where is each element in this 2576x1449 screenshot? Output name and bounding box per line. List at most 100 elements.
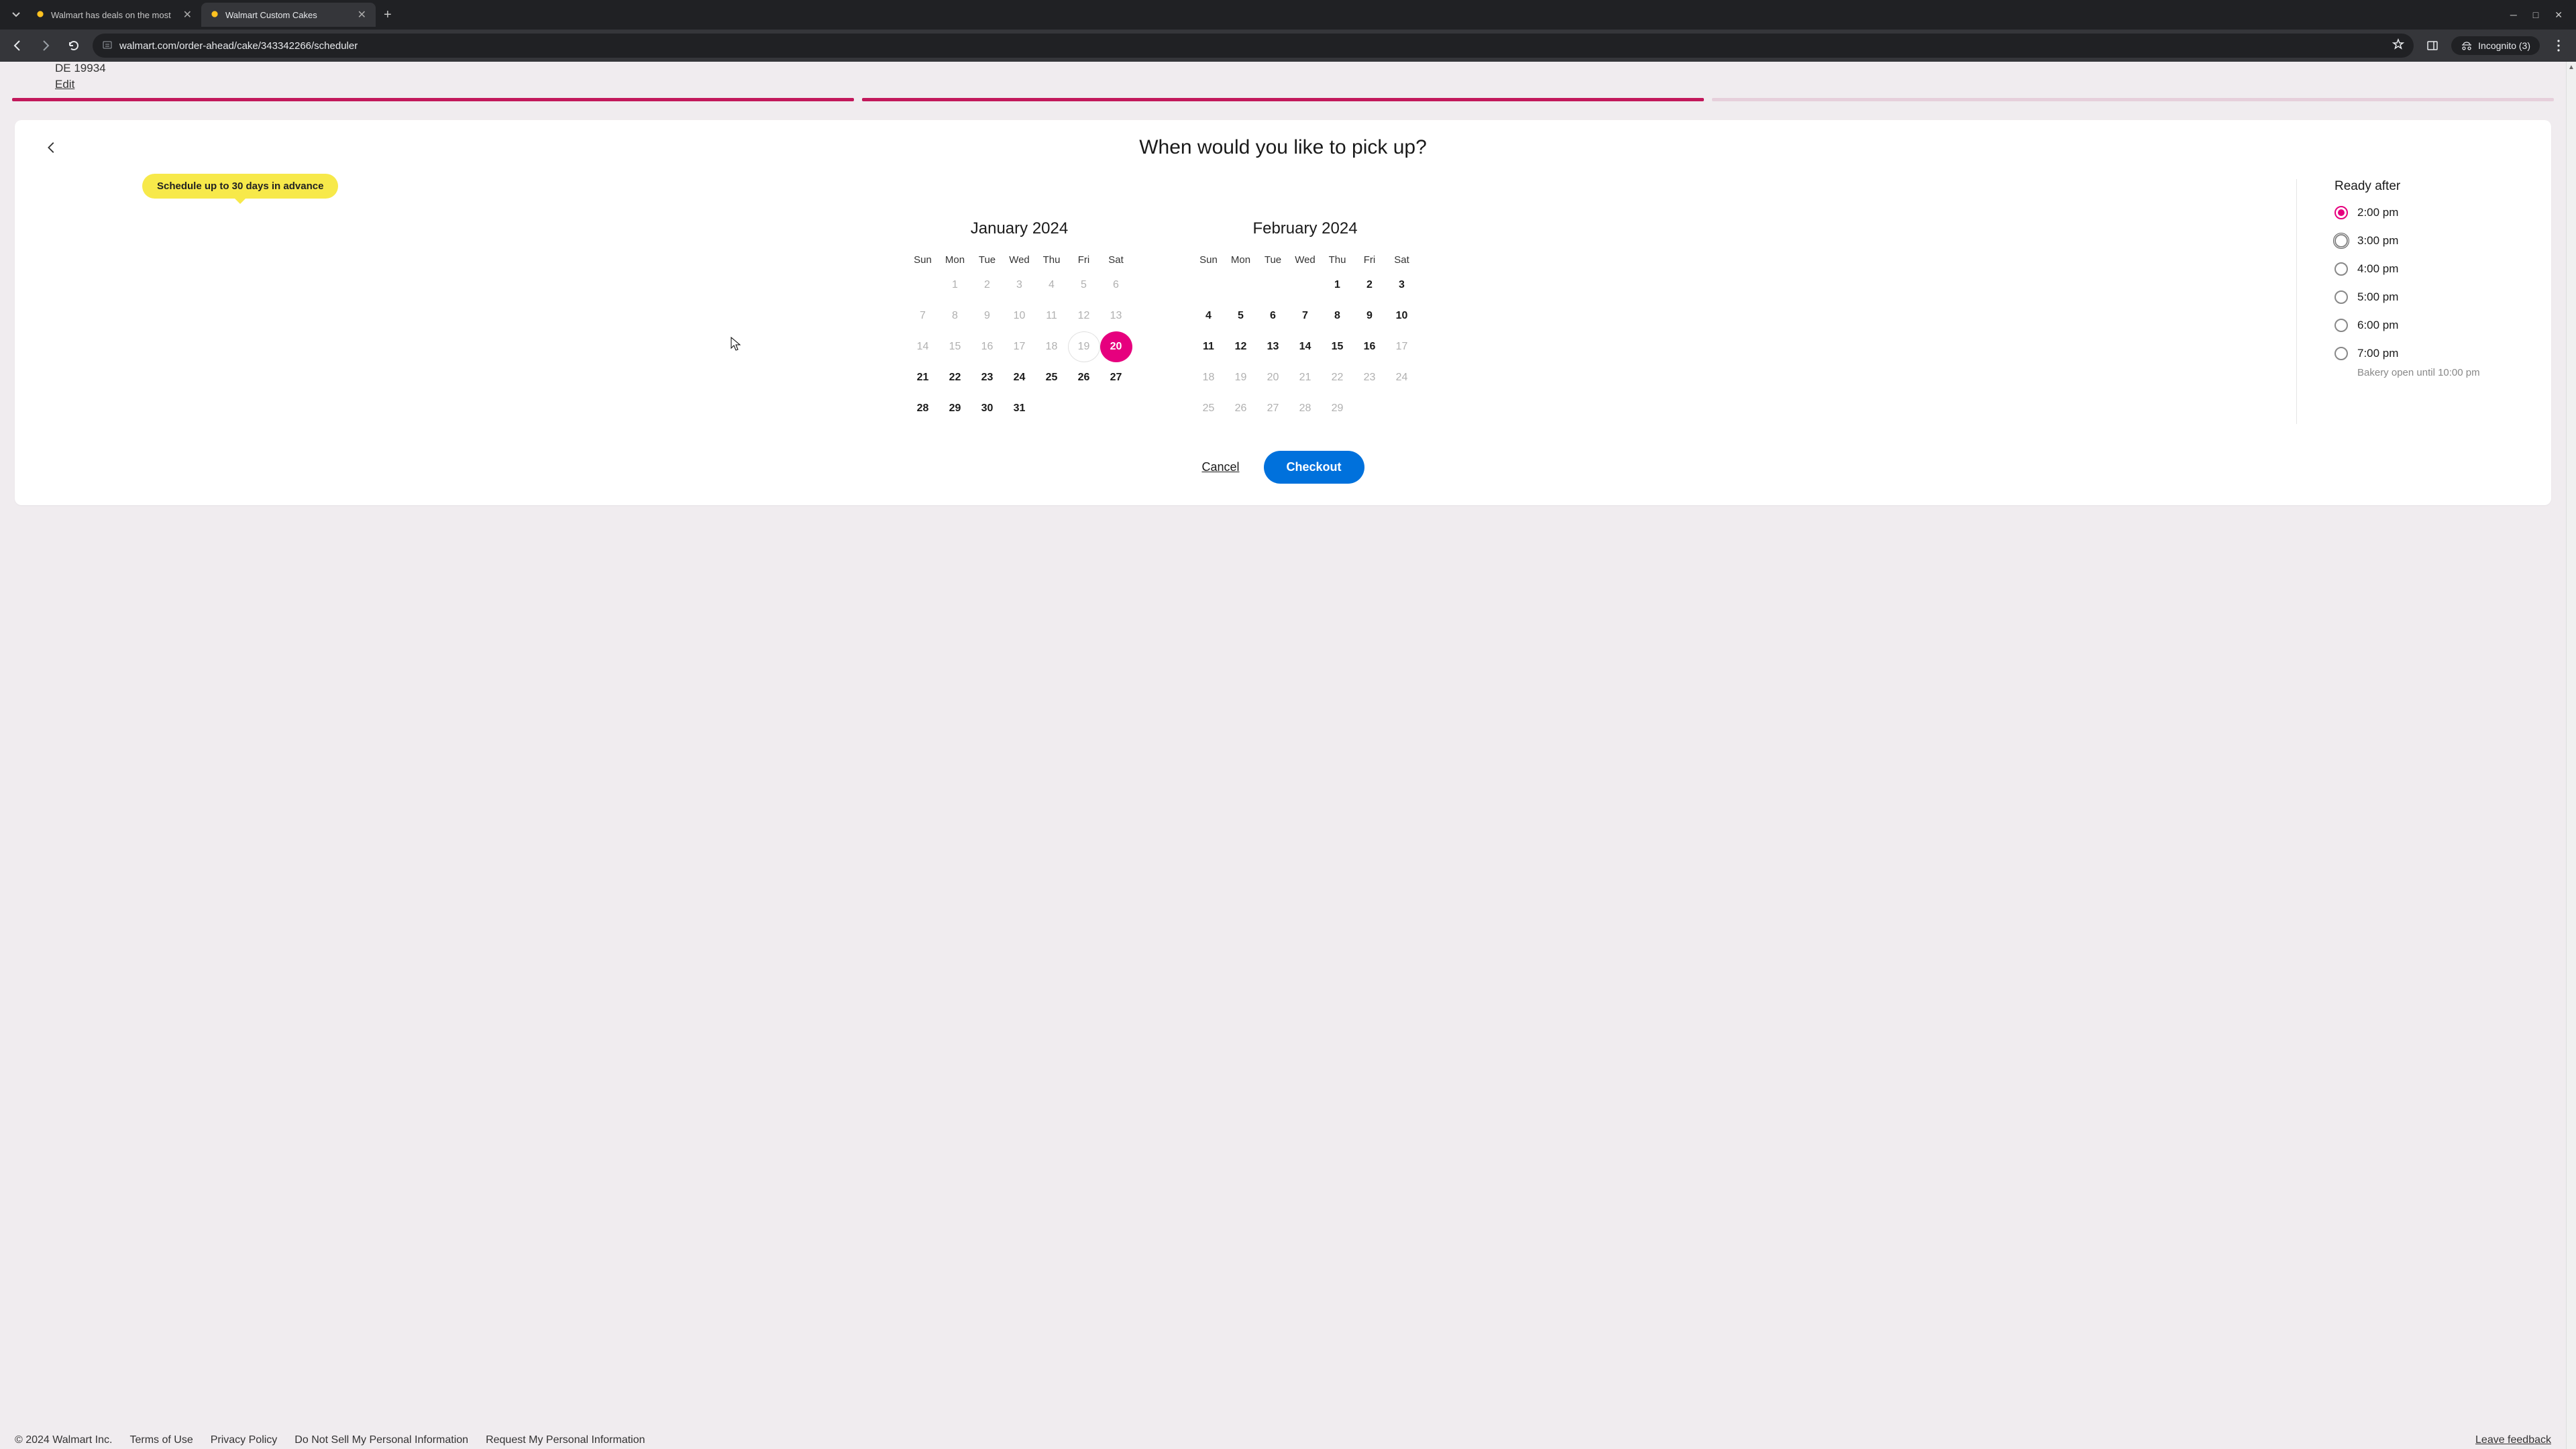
calendar-day: 22 — [1322, 362, 1354, 393]
radio-button[interactable] — [2334, 347, 2348, 360]
calendar-day: 10 — [1004, 301, 1036, 331]
window-controls: ─ □ ✕ — [2510, 9, 2571, 21]
time-option[interactable]: 2:00 pm — [2334, 206, 2538, 219]
radio-button[interactable] — [2334, 206, 2348, 219]
calendar-day: 16 — [971, 331, 1004, 362]
time-option[interactable]: 5:00 pm — [2334, 290, 2538, 304]
calendar-day: 7 — [907, 301, 939, 331]
calendar-day[interactable]: 3 — [1386, 270, 1418, 301]
calendar-day[interactable]: 13 — [1257, 331, 1289, 362]
calendar-day[interactable]: 24 — [1004, 362, 1036, 393]
calendar-day: 6 — [1100, 270, 1132, 301]
calendar-day[interactable]: 7 — [1289, 301, 1322, 331]
chrome-menu-button[interactable] — [2549, 36, 2568, 55]
month-title: January 2024 — [907, 219, 1132, 238]
calendar-day — [1225, 270, 1257, 301]
calendar-day[interactable]: 8 — [1322, 301, 1354, 331]
site-info-icon[interactable] — [102, 39, 113, 52]
side-panel-icon[interactable] — [2423, 36, 2442, 55]
day-of-week-header: Mon — [939, 250, 971, 270]
minimize-button[interactable]: ─ — [2510, 9, 2517, 21]
checkout-button[interactable]: Checkout — [1264, 451, 1364, 484]
calendar-day: 18 — [1036, 331, 1068, 362]
radio-button[interactable] — [2334, 290, 2348, 304]
progress-step-3 — [1712, 98, 2554, 101]
calendar-day[interactable]: 11 — [1193, 331, 1225, 362]
calendar-day: 18 — [1193, 362, 1225, 393]
day-of-week-header: Fri — [1068, 250, 1100, 270]
footer-link[interactable]: Do Not Sell My Personal Information — [294, 1434, 468, 1446]
calendar-day[interactable]: 21 — [907, 362, 939, 393]
calendar-day[interactable]: 6 — [1257, 301, 1289, 331]
time-option[interactable]: 4:00 pm — [2334, 262, 2538, 276]
reload-button[interactable] — [64, 36, 83, 55]
edit-address-link[interactable]: Edit — [55, 78, 74, 91]
time-label: 7:00 pm — [2357, 347, 2398, 360]
time-label: 3:00 pm — [2357, 234, 2398, 248]
calendar-day: 28 — [1289, 393, 1322, 424]
back-arrow-button[interactable] — [44, 140, 59, 158]
calendar-day — [1257, 270, 1289, 301]
calendar-day[interactable]: 2 — [1354, 270, 1386, 301]
cancel-button[interactable]: Cancel — [1201, 460, 1239, 474]
calendar-day: 14 — [907, 331, 939, 362]
calendar-day[interactable]: 1 — [1322, 270, 1354, 301]
bookmark-icon[interactable] — [2392, 38, 2404, 53]
calendar-day[interactable]: 27 — [1100, 362, 1132, 393]
calendar-day — [1289, 270, 1322, 301]
radio-button[interactable] — [2334, 234, 2348, 248]
bakery-hours-note: Bakery open until 10:00 pm — [2357, 367, 2538, 378]
tab-search-button[interactable] — [5, 4, 27, 25]
tab-bar: Walmart has deals on the most✕Walmart Cu… — [0, 0, 2576, 30]
progress-bar — [12, 98, 2554, 101]
calendar-day[interactable]: 30 — [971, 393, 1004, 424]
forward-button[interactable] — [36, 36, 55, 55]
calendar-day: 13 — [1100, 301, 1132, 331]
page-title: When would you like to pick up? — [28, 136, 2538, 159]
calendar-day[interactable]: 20 — [1100, 331, 1132, 362]
address-bar[interactable]: walmart.com/order-ahead/cake/343342266/s… — [93, 34, 2414, 58]
back-button[interactable] — [8, 36, 27, 55]
calendar-day[interactable]: 22 — [939, 362, 971, 393]
calendar-day[interactable]: 23 — [971, 362, 1004, 393]
calendar-day[interactable]: 12 — [1225, 331, 1257, 362]
time-option[interactable]: 7:00 pm — [2334, 347, 2538, 360]
calendar-day[interactable]: 10 — [1386, 301, 1418, 331]
calendar-day[interactable]: 15 — [1322, 331, 1354, 362]
incognito-badge[interactable]: Incognito (3) — [2451, 36, 2540, 55]
new-tab-button[interactable]: + — [376, 7, 400, 23]
calendar-day[interactable]: 5 — [1225, 301, 1257, 331]
calendar-day[interactable]: 16 — [1354, 331, 1386, 362]
close-tab-icon[interactable]: ✕ — [356, 8, 368, 21]
calendar-day[interactable]: 9 — [1354, 301, 1386, 331]
walmart-favicon — [209, 9, 220, 21]
scroll-up-arrow[interactable]: ▲ — [2567, 62, 2576, 72]
radio-button[interactable] — [2334, 319, 2348, 332]
calendar-day[interactable]: 31 — [1004, 393, 1036, 424]
calendar-day[interactable]: 4 — [1193, 301, 1225, 331]
browser-tab[interactable]: Walmart has deals on the most✕ — [27, 3, 201, 27]
footer-link[interactable]: Terms of Use — [129, 1434, 193, 1446]
radio-button[interactable] — [2334, 262, 2348, 276]
browser-tab[interactable]: Walmart Custom Cakes✕ — [201, 3, 376, 27]
page-content: DE 19934 Edit When would you like to pic… — [0, 62, 2566, 1449]
calendar-day — [1354, 393, 1386, 424]
address-line: DE 19934 — [55, 62, 2566, 75]
leave-feedback-link[interactable]: Leave feedback — [2475, 1434, 2551, 1446]
calendar-day[interactable]: 26 — [1068, 362, 1100, 393]
calendar-day: 3 — [1004, 270, 1036, 301]
close-window-button[interactable]: ✕ — [2555, 9, 2563, 21]
day-of-week-header: Fri — [1354, 250, 1386, 270]
calendar-day[interactable]: 14 — [1289, 331, 1322, 362]
footer-link[interactable]: Privacy Policy — [211, 1434, 278, 1446]
calendar-day[interactable]: 28 — [907, 393, 939, 424]
calendar-day[interactable]: 29 — [939, 393, 971, 424]
close-tab-icon[interactable]: ✕ — [182, 8, 193, 21]
footer-link[interactable]: Request My Personal Information — [486, 1434, 645, 1446]
time-option[interactable]: 3:00 pm — [2334, 234, 2538, 248]
maximize-button[interactable]: □ — [2533, 9, 2538, 21]
vertical-scrollbar[interactable]: ▲ — [2566, 62, 2576, 1449]
calendar-day[interactable]: 25 — [1036, 362, 1068, 393]
calendar-day: 27 — [1257, 393, 1289, 424]
time-option[interactable]: 6:00 pm — [2334, 319, 2538, 332]
